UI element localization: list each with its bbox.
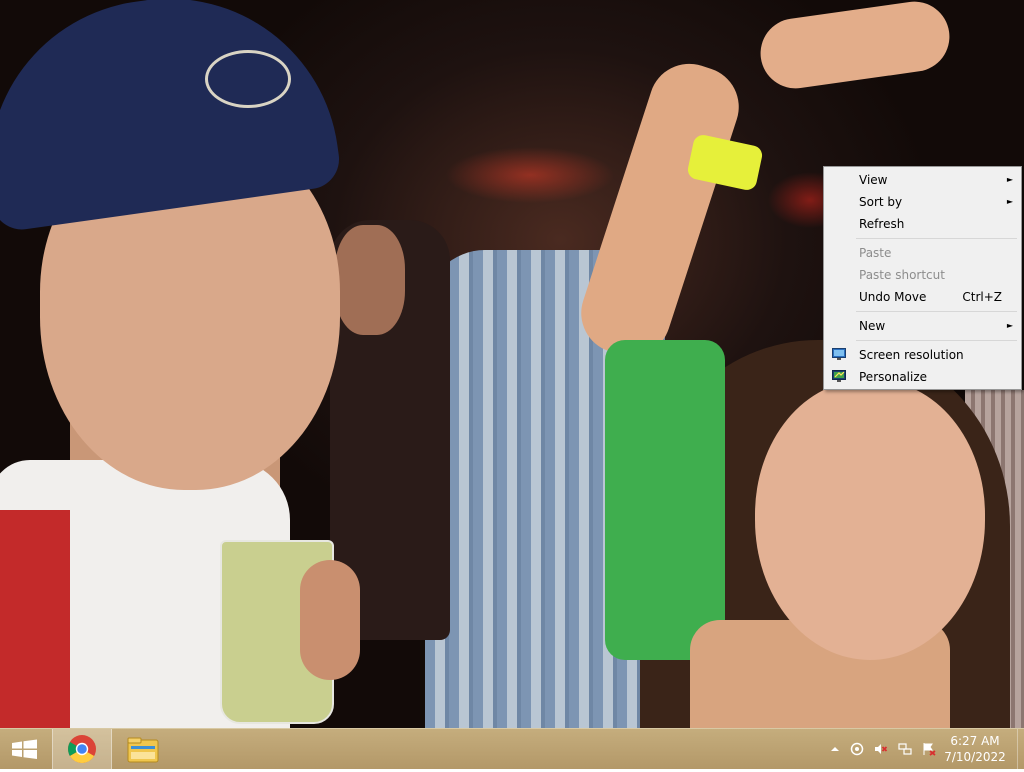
submenu-arrow-icon: ► xyxy=(1006,197,1013,206)
menu-item-label: View xyxy=(859,173,888,187)
menu-item-personalize[interactable]: Personalize xyxy=(826,366,1019,388)
desktop-context-menu: View ► Sort by ► Refresh Paste Paste sho… xyxy=(823,166,1022,390)
menu-item-undo-move[interactable]: Undo Move Ctrl+Z xyxy=(826,286,1019,308)
clock-time: 6:27 AM xyxy=(950,734,1000,748)
menu-item-screen-resolution[interactable]: Screen resolution xyxy=(826,344,1019,366)
network-icon[interactable] xyxy=(898,742,912,756)
system-tray xyxy=(824,729,944,769)
wallpaper-photo-figure xyxy=(756,0,954,93)
volume-muted-icon[interactable] xyxy=(874,742,888,756)
clock-date: 7/10/2022 xyxy=(944,750,1006,764)
menu-item-label: Sort by xyxy=(859,195,903,209)
menu-item-view[interactable]: View ► xyxy=(826,169,1019,191)
wallpaper-photo-figure xyxy=(300,560,360,680)
personalize-icon xyxy=(832,370,846,382)
menu-item-label: Screen resolution xyxy=(859,348,964,362)
menu-item-label: Undo Move xyxy=(859,290,927,304)
taskbar-chrome-button[interactable] xyxy=(52,729,112,769)
menu-item-label: New xyxy=(859,319,886,333)
show-hidden-icons-icon[interactable] xyxy=(828,742,842,756)
menu-item-label: Paste shortcut xyxy=(859,268,945,282)
screen-resolution-icon xyxy=(832,348,846,360)
taskbar-file-explorer-button[interactable] xyxy=(114,729,172,769)
menu-item-paste: Paste xyxy=(826,242,1019,264)
taskbar-clock[interactable]: 6:27 AM 7/10/2022 xyxy=(940,733,1010,765)
submenu-arrow-icon: ► xyxy=(1006,321,1013,330)
wallpaper-photo-figure xyxy=(570,53,750,367)
wallpaper-photo-figure xyxy=(0,510,70,728)
file-explorer-icon xyxy=(127,737,159,763)
menu-item-label: Personalize xyxy=(859,370,928,384)
wallpaper-photo-figure xyxy=(205,50,291,108)
action-center-icon[interactable] xyxy=(922,742,936,756)
menu-item-new[interactable]: New ► xyxy=(826,315,1019,337)
menu-separator xyxy=(856,340,1017,341)
menu-item-shortcut: Ctrl+Z xyxy=(962,290,1002,304)
sync-icon[interactable] xyxy=(850,742,864,756)
menu-item-label: Paste xyxy=(859,246,892,260)
menu-separator xyxy=(856,311,1017,312)
wallpaper-photo-figure xyxy=(605,340,725,660)
taskbar: 6:27 AM 7/10/2022 xyxy=(0,728,1024,769)
show-desktop-button[interactable] xyxy=(1017,729,1024,769)
menu-item-refresh[interactable]: Refresh xyxy=(826,213,1019,235)
menu-item-paste-shortcut: Paste shortcut xyxy=(826,264,1019,286)
wallpaper-photo-figure xyxy=(755,380,985,660)
wallpaper-photo-figure xyxy=(335,225,405,335)
start-button[interactable] xyxy=(0,729,48,769)
chrome-icon xyxy=(68,735,96,763)
windows-logo-icon xyxy=(12,739,37,759)
menu-item-label: Refresh xyxy=(859,217,905,231)
submenu-arrow-icon: ► xyxy=(1006,175,1013,184)
menu-item-sort-by[interactable]: Sort by ► xyxy=(826,191,1019,213)
menu-separator xyxy=(856,238,1017,239)
